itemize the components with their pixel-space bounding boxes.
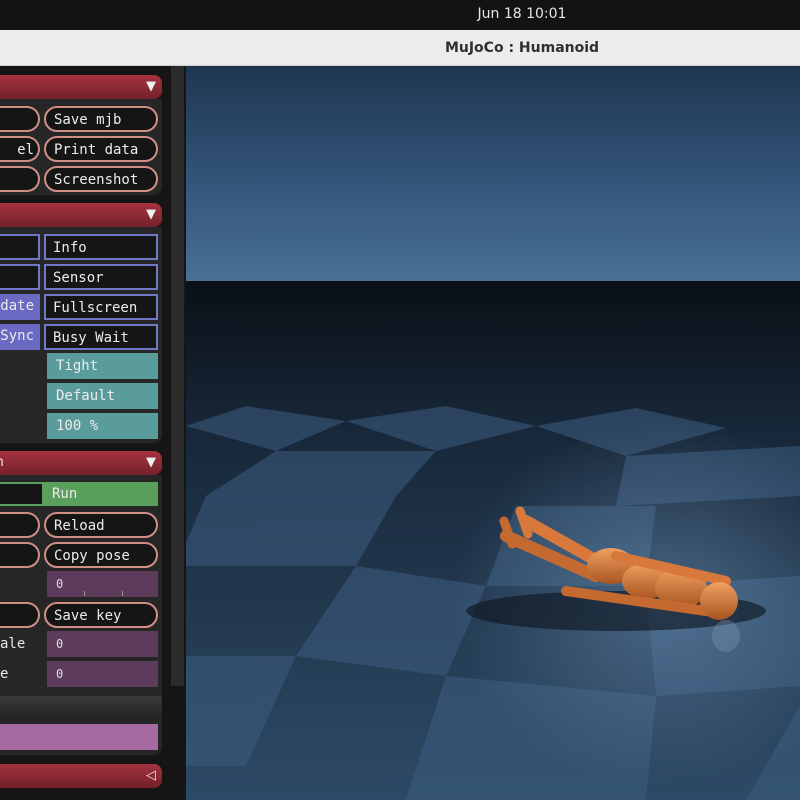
noise-rate-value: 0 <box>56 667 64 681</box>
quit-button[interactable] <box>0 166 40 192</box>
scene-render <box>186 66 800 800</box>
collapse-arrow-icon[interactable]: ▼ <box>146 451 156 475</box>
save-xml-button[interactable] <box>0 106 40 132</box>
key-slider[interactable]: 0 <box>47 571 158 597</box>
window-title-bar[interactable]: MuJoCo : Humanoid <box>0 30 800 66</box>
save-key-button[interactable]: Save key <box>44 602 158 628</box>
load-key-button[interactable] <box>0 602 40 628</box>
slider-tick <box>84 591 85 596</box>
option-section-header[interactable]: ▼ <box>0 203 162 227</box>
run-radio[interactable]: Run <box>44 482 158 506</box>
3d-scene-viewport[interactable] <box>186 66 800 800</box>
sky-background <box>186 66 800 281</box>
noise-scale-label: ale <box>0 636 26 652</box>
system-top-bar: Jun 18 10:01 <box>0 0 800 30</box>
sensor-checkbox[interactable]: Sensor <box>44 264 158 290</box>
pause-radio[interactable] <box>0 482 44 506</box>
history-slider[interactable] <box>0 724 158 750</box>
profiler-checkbox[interactable] <box>0 264 40 290</box>
sync-checkbox[interactable]: Sync <box>0 324 40 350</box>
noise-rate-slider[interactable]: 0 <box>47 661 158 687</box>
noise-rate-label: e <box>0 666 9 682</box>
print-data-button[interactable]: Print data <box>44 136 158 162</box>
slider-tick <box>122 591 123 596</box>
simulation-section-label: n <box>0 451 4 475</box>
humanoid-head <box>700 582 738 620</box>
info-checkbox[interactable]: Info <box>44 234 158 260</box>
collapse-arrow-icon[interactable]: ▼ <box>146 203 156 227</box>
copy-pose-button[interactable]: Copy pose <box>44 542 158 568</box>
vertical-sync-checkbox[interactable]: date <box>0 294 40 320</box>
panel-scrollbar[interactable] <box>171 66 184 686</box>
history-section-bar[interactable] <box>0 696 162 720</box>
print-model-button[interactable]: el <box>0 136 40 162</box>
watch-section-header[interactable]: ◁ <box>0 764 162 788</box>
noise-scale-value: 0 <box>56 637 64 651</box>
reload-button[interactable]: Reload <box>44 512 158 538</box>
key-value: 0 <box>56 577 64 591</box>
file-section-header[interactable]: ▼ <box>0 75 162 99</box>
save-mjb-button[interactable]: Save mjb <box>44 106 158 132</box>
help-checkbox[interactable] <box>0 234 40 260</box>
align-button[interactable] <box>0 542 40 568</box>
system-clock[interactable]: Jun 18 10:01 <box>452 0 592 30</box>
humanoid-reflection <box>712 620 740 652</box>
screenshot-button[interactable]: Screenshot <box>44 166 158 192</box>
left-ui-panel: ▼ Save mjb el Print data Screenshot ▼ In… <box>0 66 186 800</box>
floor-light-glow <box>186 281 800 800</box>
window-title: MuJoCo : Humanoid <box>444 40 600 56</box>
noise-scale-slider[interactable]: 0 <box>47 631 158 657</box>
reset-button[interactable] <box>0 512 40 538</box>
spacing-select[interactable]: Tight <box>47 353 158 379</box>
collapse-arrow-icon[interactable]: ▼ <box>146 75 156 99</box>
color-select[interactable]: Default <box>47 383 158 409</box>
busy-wait-checkbox[interactable]: Busy Wait <box>44 324 158 350</box>
simulation-section-header[interactable]: n ▼ <box>0 451 162 475</box>
fullscreen-checkbox[interactable]: Fullscreen <box>44 294 158 320</box>
font-select[interactable]: 100 % <box>47 413 158 439</box>
expand-arrow-icon[interactable]: ◁ <box>146 764 156 788</box>
